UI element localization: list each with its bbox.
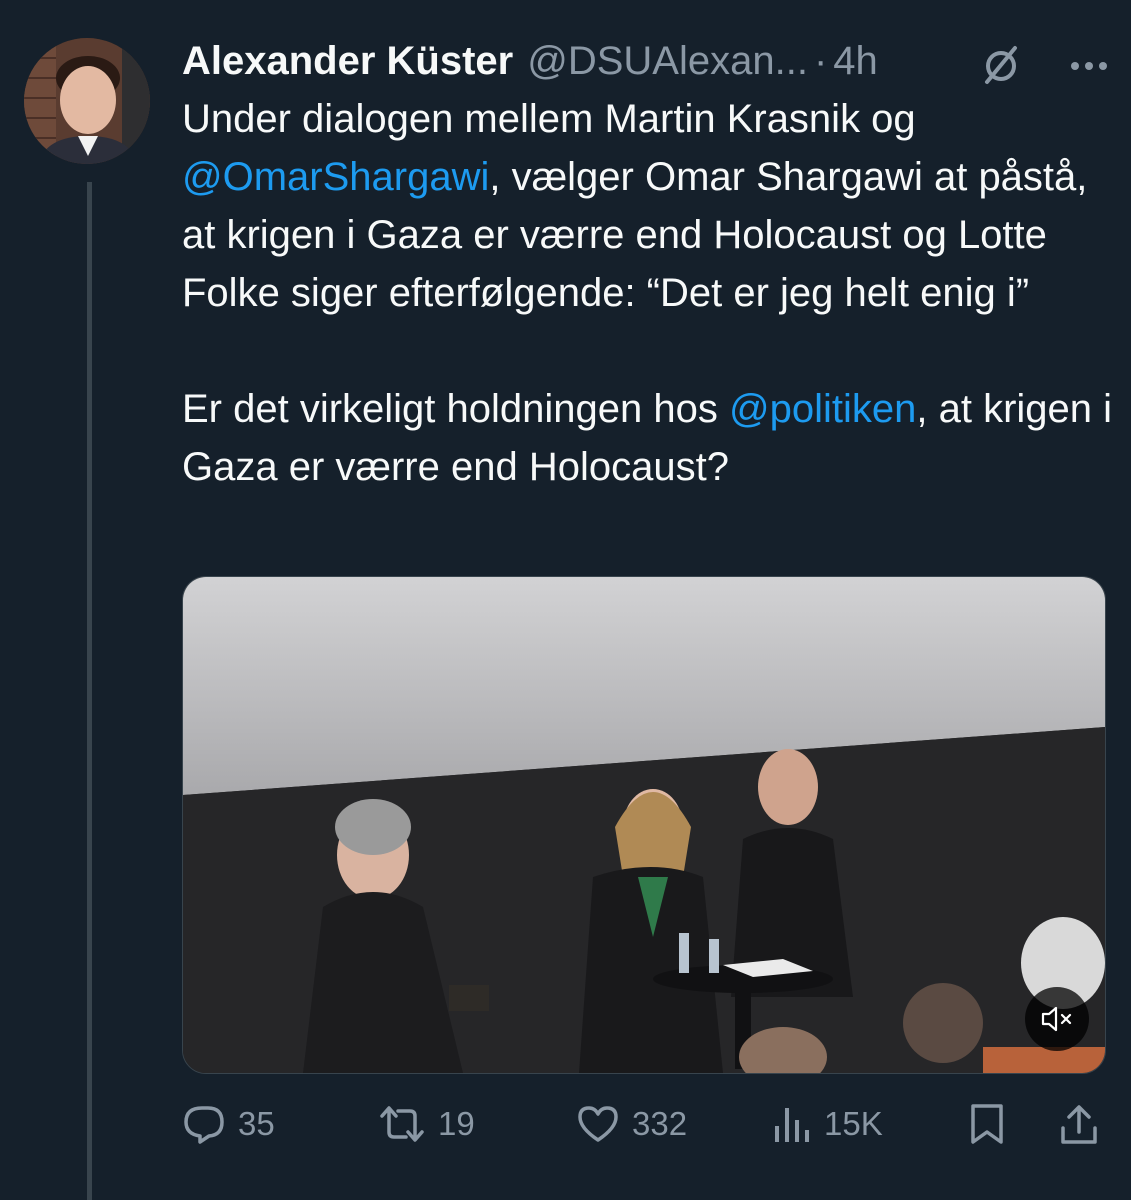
video-player[interactable]: [182, 576, 1106, 1074]
tweet-paragraph-2: Er det virkeligt holdningen hos @politik…: [182, 380, 1122, 496]
mention-link-politiken[interactable]: @politiken: [729, 387, 916, 431]
tweet-header: Alexander Küster @DSUAlexan... · 4h: [182, 36, 1115, 86]
bookmark-button[interactable]: [968, 1094, 1006, 1154]
like-count: 332: [632, 1105, 688, 1142]
views-button[interactable]: 15K: [772, 1094, 883, 1154]
retweet-count: 19: [438, 1105, 475, 1142]
views-chart-icon: [772, 1102, 812, 1146]
text-segment: Under dialogen mellem Martin Krasnik og: [182, 97, 916, 141]
author-handle[interactable]: @DSUAlexan...: [527, 39, 808, 84]
share-button[interactable]: [1058, 1094, 1100, 1154]
bookmark-icon: [968, 1102, 1006, 1146]
mention-link-omarshargawi[interactable]: @OmarShargawi: [182, 155, 489, 199]
like-button[interactable]: 332: [576, 1094, 687, 1154]
muted-speaker-icon: [1041, 1005, 1073, 1033]
mute-toggle-button[interactable]: [1025, 987, 1089, 1051]
text-segment: Er det virkeligt holdningen hos: [182, 387, 729, 431]
timestamp[interactable]: 4h: [833, 39, 878, 84]
tweet-paragraph-1: Under dialogen mellem Martin Krasnik og …: [182, 90, 1122, 322]
reply-icon: [182, 1102, 226, 1146]
heart-icon: [576, 1102, 620, 1146]
view-count: 15K: [824, 1105, 883, 1142]
author-name[interactable]: Alexander Küster: [182, 39, 513, 84]
grok-slash-icon[interactable]: [979, 42, 1023, 86]
tweet-action-bar: 35 19 332 15K: [182, 1094, 1104, 1154]
more-dots-icon[interactable]: [1067, 42, 1111, 86]
retweet-button[interactable]: 19: [378, 1094, 475, 1154]
separator-dot: ·: [813, 38, 828, 83]
reply-count: 35: [238, 1105, 275, 1142]
tweet-text: Under dialogen mellem Martin Krasnik og …: [182, 90, 1122, 496]
thread-connector-line: [87, 182, 92, 1200]
share-icon: [1058, 1102, 1100, 1146]
avatar[interactable]: [24, 38, 150, 164]
retweet-icon: [378, 1102, 426, 1146]
reply-button[interactable]: 35: [182, 1094, 275, 1154]
